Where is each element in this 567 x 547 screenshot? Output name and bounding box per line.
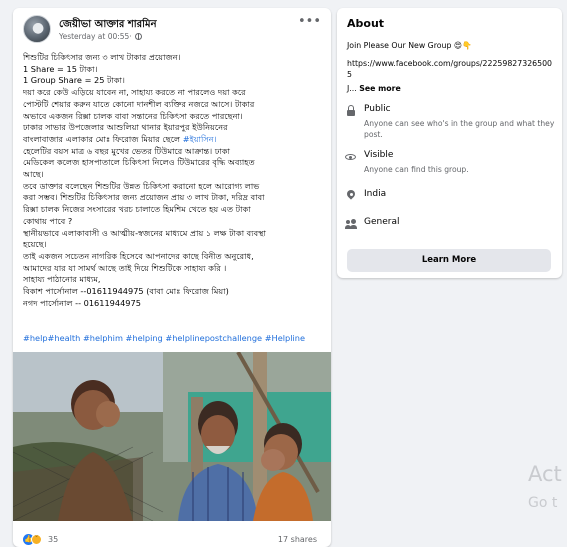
about-title: About [347,17,385,30]
about-item-title: Public [364,104,391,114]
about-item-public: Public Anyone can see who's in the group… [345,104,555,142]
about-url[interactable]: https://www.facebook.com/groups/22259827… [347,58,552,80]
about-item-category: General [345,217,555,231]
see-more-link[interactable]: See more [359,84,401,93]
learn-more-button[interactable]: Learn More [347,249,551,272]
activation-watermark-sub: Go t [528,495,558,511]
about-description: Join Please Our New Group 😍👇 [347,41,472,50]
post-line: বিকাশ পার্সোনাল --01611944975 (বাবা মোঃ … [23,286,229,297]
location-pin-icon [345,188,357,201]
about-item-visible: Visible Anyone can find this group. [345,150,555,178]
post-line: ঢাকার সাভার উপজেলার আশুলিয়া থানার ইয়ার… [23,122,228,133]
post-hashtags[interactable]: #help#health #helphim #helping #helpline… [23,333,323,343]
about-item-title: Visible [364,150,394,160]
shares-count[interactable]: 17 shares [278,535,317,544]
about-see-more: J... See more [347,84,401,93]
post-line: তবে ডাক্তার বলেছেন শিশুটির উন্নত চিকিৎসা… [23,180,260,191]
post-line: শিশুটির চিকিৎসার জন্য ৩ লাখ টাকার প্রয়ো… [23,52,181,62]
post-line: মেডিকেল কলেজ হাসপাতালে চিকিৎসা নিলেও টিউ… [23,157,255,168]
post-photo[interactable] [13,352,331,521]
post-card: ● জেয়ীভা আক্তার শারমিন Yesterday at 00:… [13,8,331,547]
globe-icon [134,33,142,40]
son-name-hashtag[interactable]: #ইয়াসিন। [183,134,217,144]
post-line: কোথায় পাবে ? [23,215,73,226]
post-line: দয়া করে কেউ এড়িয়ে যাবেন না, সাহায্য ক… [23,87,246,98]
person-icon: ● [32,20,45,36]
about-item-desc: Anyone can see who's in the group and wh… [364,119,555,139]
post-line: হেলেটির বয়স মাত্র ৬ বছর মুখের ভেতর টিউম… [23,145,230,156]
post-line: স্থানীয়ভাবে এলাকাবাসী ও আত্মীয়-স্বজনের… [23,227,266,238]
about-item-title[interactable]: India [364,189,386,199]
post-line: অভাবে একজন রিক্সা চালক বাবা সন্তানের চিক… [23,110,243,121]
photo-illustration [13,352,331,521]
people-icon [345,218,357,229]
about-item-title: General [364,217,400,227]
post-line: তাই একজন সচেতন নাগরিক হিসেবে আপনাদের কাছ… [23,250,254,261]
post-meta: Yesterday at 00:55 · [59,32,142,41]
reaction-count: 35 [48,535,59,544]
post-line: নগদ পার্সোনাল -- 01611944975 [23,297,141,308]
post-line: করা সম্ভব। শিশুটির চিকিৎসার জন্য প্রয়োজ… [23,192,265,203]
post-line: রিক্সা চালক নিজের সংসারের খরচ চালাতে হিম… [23,204,251,215]
more-options-icon[interactable]: ••• [298,15,321,28]
post-line: সাহায্য পাঠানোর মাধ্যম, [23,274,101,285]
post-line: হয়েছে। [23,239,47,250]
post-line-text: বাংলাবাজার এলাকার মোঃ ফিরোজ মিয়ার ছেলে [23,133,181,144]
post-line: আমাদের যার যা সামর্থ আছে তাই দিয়ে শিশুট… [23,262,227,273]
lock-icon [345,105,356,116]
post-line: 1 Group Share = 25 টাকা। [23,75,125,86]
about-ellipsis: J... [347,84,357,93]
activation-watermark: Act [528,462,562,486]
post-header: ● জেয়ীভা আক্তার শারমিন Yesterday at 00:… [23,15,323,47]
eye-icon [345,151,356,162]
about-item-desc: Anyone can find this group. [364,165,469,174]
post-line: পোস্টটি শেয়ার করুন যাতে কোনো দানশীল ব্য… [23,98,255,109]
avatar[interactable]: ● [23,15,51,43]
about-card: About Join Please Our New Group 😍👇 https… [337,8,562,278]
post-timestamp[interactable]: Yesterday at 00:55 [59,32,129,41]
post-line: 1 Share = 15 টাকা। [23,63,98,74]
post-line: বাংলাবাজার এলাকার মোঃ ফিরোজ মিয়ার ছেলে … [23,134,325,146]
post-line: আছে। [23,169,44,180]
about-item-location: India [345,188,555,203]
post-body: শিশুটির চিকিৎসার জন্য ৩ লাখ টাকার প্রয়ো… [23,52,325,309]
sad-reaction-icon: ˘ [31,534,42,545]
